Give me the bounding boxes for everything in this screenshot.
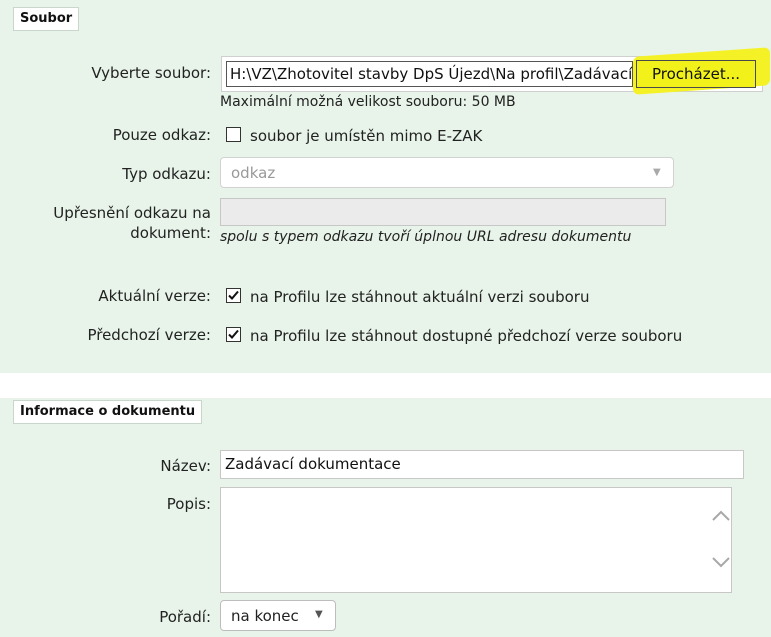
chevron-up-icon[interactable] — [711, 508, 731, 522]
order-select[interactable]: na konec ▼ — [220, 600, 336, 631]
link-type-select: odkaz ▼ — [220, 157, 674, 188]
link-detail-label-line2: dokument: — [130, 224, 211, 242]
link-only-checkbox-text: soubor je umístěn mimo E-ZAK — [250, 127, 483, 145]
soubor-section-title: Soubor — [13, 7, 80, 31]
link-type-label: Typ odkazu: — [122, 165, 211, 183]
chevron-down-icon[interactable] — [711, 556, 731, 570]
document-section-title: Informace o dokumentu — [13, 400, 203, 424]
caret-down-icon: ▼ — [315, 609, 323, 620]
name-input[interactable]: Zadávací dokumentace — [220, 450, 744, 479]
select-file-label: Vyberte soubor: — [91, 64, 211, 82]
current-version-label: Aktuální verze: — [98, 287, 211, 305]
link-detail-input — [220, 198, 666, 226]
link-detail-hint: spolu s typem odkazu tvoří úplnou URL ad… — [220, 229, 632, 245]
previous-version-checkbox[interactable] — [226, 327, 241, 342]
description-label: Popis: — [166, 495, 211, 513]
current-version-checkbox[interactable] — [226, 288, 241, 303]
browse-button[interactable]: Procházet... — [636, 60, 756, 88]
link-type-value: odkaz — [231, 164, 276, 182]
order-label: Pořadí: — [159, 608, 211, 626]
check-icon — [228, 290, 239, 300]
max-size-note: Maximální možná velikost souboru: 50 MB — [220, 94, 516, 110]
link-only-checkbox[interactable] — [226, 127, 241, 142]
check-icon — [228, 329, 239, 339]
file-path-input[interactable]: H:\VZ\Zhotovitel stavby DpS Újezd\Na pro… — [226, 61, 633, 87]
previous-version-text: na Profilu lze stáhnout dostupné předcho… — [250, 327, 683, 345]
previous-version-label: Předchozí verze: — [87, 326, 211, 344]
current-version-text: na Profilu lze stáhnout aktuální verzi s… — [250, 288, 590, 306]
name-label: Název: — [160, 457, 211, 475]
link-only-label: Pouze odkaz: — [112, 126, 211, 144]
description-textarea[interactable] — [220, 487, 732, 593]
link-detail-label-line1: Upřesnění odkazu na — [53, 204, 211, 222]
caret-down-icon: ▼ — [653, 167, 661, 178]
order-value: na konec — [231, 607, 299, 625]
